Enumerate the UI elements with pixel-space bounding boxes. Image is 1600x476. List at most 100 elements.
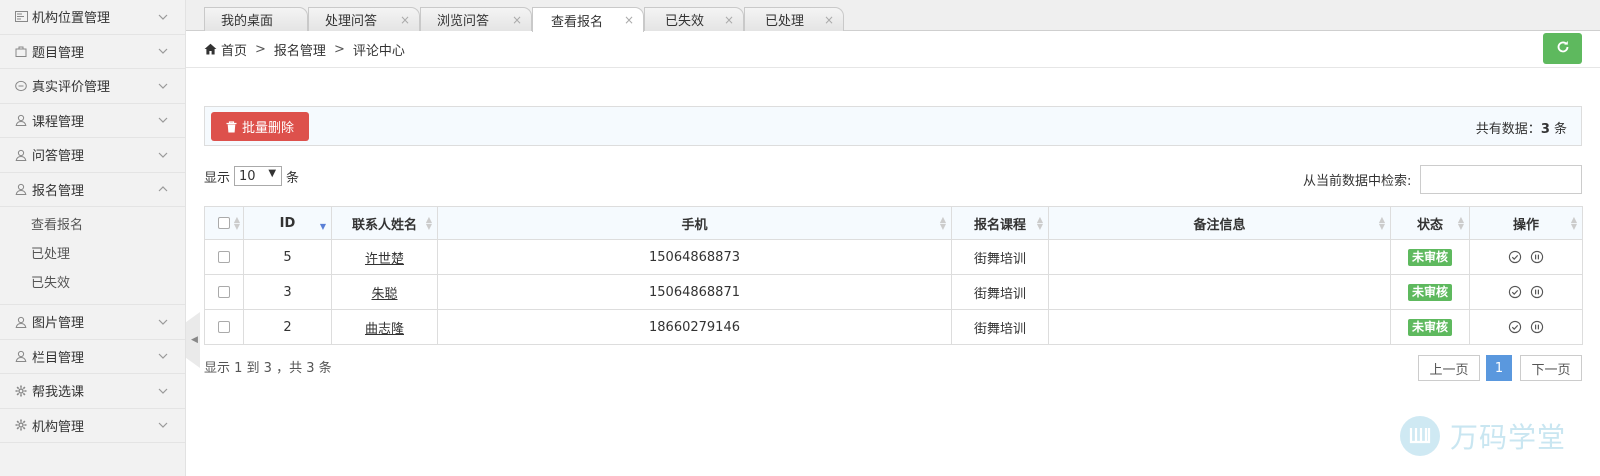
sidebar-item-label: 机构位置管理: [32, 11, 111, 27]
sidebar-collapse-handle[interactable]: ◀: [186, 312, 200, 368]
cell-course: 街舞培训: [951, 309, 1049, 345]
length-prefix: 显示: [204, 170, 231, 186]
page-button-current[interactable]: 1: [1486, 355, 1512, 381]
status-badge: 未审核: [1407, 248, 1452, 266]
approve-icon[interactable]: [1508, 320, 1522, 334]
breadcrumb-home[interactable]: 首页: [221, 40, 247, 59]
sidebar-item-registration[interactable]: 报名管理: [0, 173, 185, 207]
sidebar-item-label: 课程管理: [32, 114, 85, 130]
sidebar-item-label: 报名管理: [32, 183, 85, 199]
tab-my-desktop[interactable]: 我的桌面: [204, 7, 308, 31]
column-header-label: 状态: [1416, 217, 1443, 233]
sidebar-item-course-picker[interactable]: 帮我选课: [0, 374, 185, 409]
tab-expired[interactable]: 已失效 ×: [644, 7, 744, 31]
close-icon[interactable]: ×: [724, 13, 734, 27]
approve-icon[interactable]: [1508, 285, 1522, 299]
tab-label: 已处理: [765, 14, 805, 29]
column-header-phone[interactable]: 手机 ▲ ▼: [437, 206, 952, 240]
cell-name: 许世楚: [331, 239, 438, 275]
column-header-actions[interactable]: 操作 ▲ ▼: [1469, 206, 1583, 240]
row-checkbox[interactable]: [218, 251, 230, 263]
sort-icon: ▲ ▼: [1570, 215, 1577, 231]
sidebar-item-questions[interactable]: 题目管理: [0, 35, 185, 69]
contact-name-link[interactable]: 许世楚: [365, 252, 404, 267]
row-checkbox[interactable]: [218, 321, 230, 333]
close-icon[interactable]: ×: [824, 13, 834, 27]
batch-delete-button[interactable]: 批量删除: [211, 112, 309, 141]
row-select-cell: [204, 239, 244, 275]
tab-label: 处理问答: [325, 14, 378, 29]
cell-phone: 18660279146: [437, 309, 952, 345]
sidebar-item-images[interactable]: 图片管理: [0, 305, 185, 340]
close-icon[interactable]: ×: [624, 13, 634, 27]
sidebar-item-columns[interactable]: 栏目管理: [0, 340, 185, 374]
select-all-checkbox[interactable]: [218, 217, 230, 229]
cell-id: 5: [243, 239, 332, 275]
breadcrumb-registration[interactable]: 报名管理: [274, 40, 326, 59]
prev-page-button[interactable]: 上一页: [1418, 355, 1480, 381]
search-input[interactable]: [1420, 165, 1582, 194]
cell-status: 未审核: [1390, 274, 1470, 310]
sidebar-item-institutions[interactable]: 机构管理: [0, 409, 185, 443]
disable-icon[interactable]: [1530, 250, 1544, 264]
sidebar-item-courses[interactable]: 课程管理: [0, 104, 185, 138]
sort-desc-icon: ▼: [319, 222, 326, 231]
breadcrumb: 首页 > 报名管理 > 评论中心: [204, 40, 405, 59]
row-checkbox[interactable]: [218, 286, 230, 298]
bag-icon: [14, 44, 28, 58]
breadcrumb-current: 评论中心: [352, 43, 405, 59]
user-icon: [14, 113, 28, 127]
total-prefix: 共有数据：: [1475, 122, 1541, 137]
chevron-down-icon: [157, 316, 169, 328]
status-badge: 未审核: [1407, 318, 1452, 336]
tab-browse-qa[interactable]: 浏览问答 ×: [420, 7, 532, 31]
sidebar-item-qa[interactable]: 问答管理: [0, 138, 185, 173]
caret-down-icon: ▼: [268, 168, 277, 179]
batch-delete-label: 批量删除: [241, 121, 294, 136]
contact-name-link[interactable]: 朱聪: [371, 287, 397, 302]
column-header-note[interactable]: 备注信息 ▲ ▼: [1048, 206, 1391, 240]
cell-course: 街舞培训: [951, 239, 1049, 275]
sidebar-item-reviews[interactable]: 真实评价管理: [0, 69, 185, 104]
sidebar-item-location[interactable]: 机构位置管理: [0, 0, 185, 35]
close-icon[interactable]: ×: [512, 13, 522, 27]
total-suffix: 条: [1549, 122, 1567, 137]
column-header-name[interactable]: 联系人姓名 ▲ ▼: [331, 206, 438, 240]
page-length-select[interactable]: 10 ▼: [234, 166, 283, 186]
submenu-item-expired[interactable]: 已失效: [0, 269, 185, 298]
refresh-button[interactable]: [1543, 33, 1582, 64]
contact-name-link[interactable]: 曲志隆: [365, 322, 404, 337]
cell-phone: 15064868873: [437, 239, 952, 275]
sort-icon: ▲ ▼: [1378, 215, 1385, 231]
column-header-status[interactable]: 状态 ▲ ▼: [1390, 206, 1470, 240]
submenu-item-view-registration[interactable]: 查看报名: [0, 211, 185, 240]
tab-processed[interactable]: 已处理 ×: [744, 7, 844, 31]
tab-view-registration[interactable]: 查看报名 ×: [532, 7, 644, 32]
approve-icon[interactable]: [1508, 250, 1522, 264]
next-page-button[interactable]: 下一页: [1520, 355, 1582, 381]
disable-icon[interactable]: [1530, 285, 1544, 299]
breadcrumb-separator: >: [255, 41, 266, 57]
chevron-down-icon: [157, 11, 169, 23]
cell-note: [1048, 274, 1391, 310]
column-header-id[interactable]: ID ▼: [243, 206, 332, 240]
refresh-icon: [1556, 40, 1570, 58]
disable-icon[interactable]: [1530, 320, 1544, 334]
registration-submenu: 查看报名 已处理 已失效: [0, 207, 185, 305]
submenu-item-processed[interactable]: 已处理: [0, 240, 185, 269]
watermark-text: 万码学堂: [1450, 421, 1567, 454]
watermark-logo-icon: [1400, 416, 1440, 456]
close-icon[interactable]: ×: [400, 13, 410, 27]
sort-icon: ▲ ▼: [1457, 215, 1464, 231]
tab-handle-qa[interactable]: 处理问答 ×: [308, 7, 420, 31]
table-row: 2 曲志隆 18660279146 街舞培训 未审核: [204, 309, 1583, 345]
cell-phone: 15064868871: [437, 274, 952, 310]
chevron-down-icon: [157, 385, 169, 397]
sort-icon: ▲ ▼: [939, 215, 946, 231]
tab-label: 我的桌面: [221, 14, 274, 29]
action-bar: 批量删除 共有数据：3 条: [204, 106, 1582, 146]
registration-table: ▲ ▼ ID ▼ 联系人姓名 ▲ ▼ 手机 ▲ ▼ 报名课程 ▲ ▼ 备注信息 ▲ ▼ 状态 ▲ ▼ …: [204, 206, 1583, 345]
column-header-label: ID: [279, 215, 296, 231]
column-header-course[interactable]: 报名课程 ▲ ▼: [951, 206, 1049, 240]
chevron-down-icon: [157, 149, 169, 161]
